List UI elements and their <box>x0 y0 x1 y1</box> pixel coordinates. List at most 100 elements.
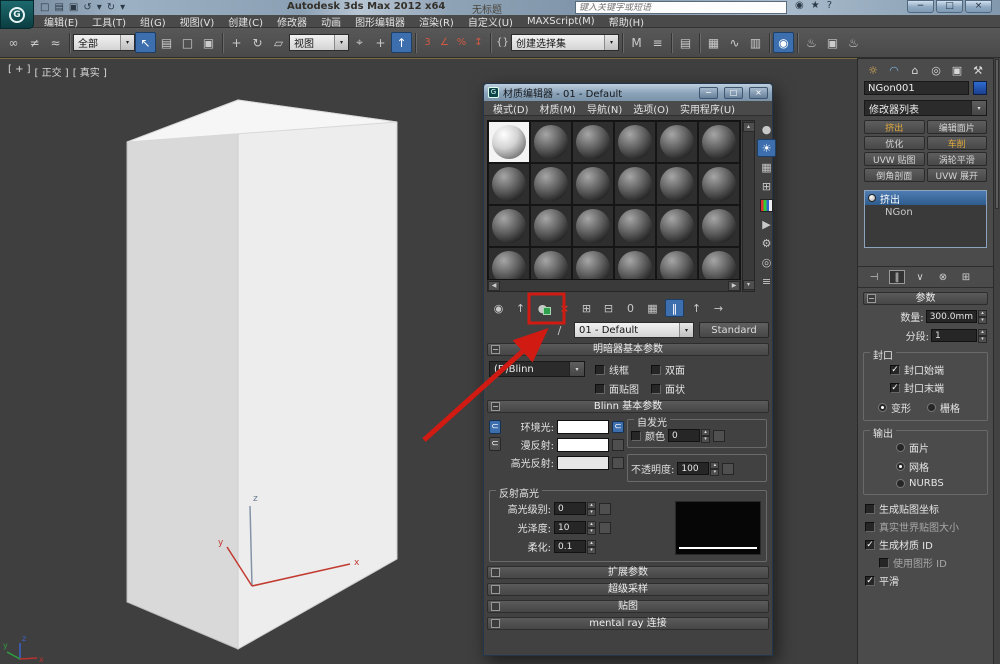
stack-item-extrude[interactable]: 挤出 <box>865 191 986 206</box>
video-color-check-icon[interactable] <box>757 196 776 214</box>
opacity-spinner[interactable]: 100 ▴ ▾ <box>677 461 720 476</box>
material-sample-slot[interactable] <box>530 247 572 279</box>
search-icon[interactable]: ◉ <box>795 0 804 11</box>
material-sample-slot[interactable] <box>614 205 656 247</box>
rectangular-selection-icon[interactable]: □ <box>177 32 198 53</box>
material-type-button[interactable]: Standard <box>699 322 769 338</box>
menu-tools[interactable]: 工具(T) <box>92 14 126 29</box>
undo-icon[interactable]: ↺ <box>83 1 91 14</box>
snap-toggle-3d-icon[interactable]: 3 <box>419 32 436 53</box>
spin-down-icon[interactable]: ▾ <box>978 316 987 324</box>
material-sample-slot[interactable] <box>572 205 614 247</box>
remove-modifier-icon[interactable]: ⊗ <box>935 270 951 284</box>
material-sample-slot[interactable] <box>572 121 614 163</box>
menu-customize[interactable]: 自定义(U) <box>468 14 513 29</box>
me-close-button[interactable]: × <box>749 86 768 99</box>
grid-radio[interactable]: 栅格 <box>927 400 960 415</box>
self-illum-color-checkbox[interactable]: 颜色 <box>631 428 665 443</box>
menu-rendering[interactable]: 渲染(R) <box>419 14 454 29</box>
modifier-button-edit-patch[interactable]: 编辑面片 <box>926 120 987 134</box>
show-end-result-icon[interactable]: ‖ <box>665 299 684 317</box>
dropdown-arrow-icon[interactable]: ▾ <box>569 362 584 376</box>
self-illum-spinner[interactable]: 0 ▴ ▾ <box>668 428 710 443</box>
shader-type-dropdown[interactable]: (B)Blinn ▾ <box>489 361 585 377</box>
material-sample-slot[interactable] <box>614 247 656 279</box>
material-editor-icon[interactable]: ◉ <box>773 32 794 53</box>
expand-icon[interactable] <box>491 602 500 611</box>
glossiness-spinner[interactable]: 10 ▴ ▾ <box>554 520 596 535</box>
cap-start-checkbox[interactable]: ✓ 封口始端 <box>890 362 983 377</box>
material-id-channel-icon[interactable]: 0 <box>621 299 640 317</box>
face-map-checkbox[interactable]: 面贴图 <box>595 381 651 396</box>
configure-modifier-sets-icon[interactable]: ⊞ <box>958 270 974 284</box>
pin-stack-icon[interactable]: ⊣ <box>866 270 882 284</box>
cap-end-checkbox[interactable]: ✓ 封口末端 <box>890 380 983 395</box>
glossiness-map-button[interactable] <box>599 521 611 534</box>
material-sample-slot[interactable] <box>656 163 698 205</box>
viewport-menu-shading[interactable]: [ 真实 ] <box>73 64 107 79</box>
put-to-scene-icon[interactable]: ↑ <box>511 299 530 317</box>
dropdown-arrow-icon[interactable]: ▾ <box>334 35 348 50</box>
sample-hscrollbar[interactable]: ◀ ▶ <box>487 280 741 292</box>
motion-tab-icon[interactable]: ◎ <box>928 63 944 77</box>
stack-item-ngon[interactable]: NGon <box>865 205 986 219</box>
dropdown-arrow-icon[interactable]: ▾ <box>604 35 618 50</box>
layer-manager-icon[interactable]: ▤ <box>675 32 696 53</box>
prism-right-face[interactable] <box>237 99 398 650</box>
material-sample-slot[interactable] <box>530 121 572 163</box>
modifier-button-uvw-map[interactable]: UVW 贴图 <box>864 152 925 166</box>
modifier-button-turbosmooth[interactable]: 涡轮平滑 <box>926 152 987 166</box>
material-name-dropdown[interactable]: 01 - Default ▾ <box>574 322 694 338</box>
modifier-button-lathe[interactable]: 车削 <box>926 136 987 150</box>
edit-named-selection-icon[interactable]: {} <box>494 32 511 53</box>
blinn-rollout-header[interactable]: − Blinn 基本参数 <box>487 400 769 413</box>
dropdown-arrow-icon[interactable]: ▾ <box>679 323 693 337</box>
modifier-list-dropdown[interactable]: 修改器列表 ▾ <box>864 100 987 116</box>
morph-radio[interactable]: 变形 <box>878 400 911 415</box>
prism-left-face[interactable] <box>126 99 239 650</box>
go-to-parent-icon[interactable]: ↑ <box>687 299 706 317</box>
extended-params-rollout[interactable]: 扩展参数 <box>487 566 769 579</box>
maximize-button[interactable]: □ <box>936 0 963 13</box>
material-sample-slot[interactable] <box>698 121 740 163</box>
maps-rollout[interactable]: 贴图 <box>487 600 769 613</box>
diffuse-specular-lock-icon[interactable]: ⊂ <box>489 437 501 451</box>
viewport-menu-general[interactable]: [ + ] <box>8 64 31 79</box>
scroll-left-icon[interactable]: ◀ <box>488 280 500 291</box>
help-icon[interactable]: ? <box>827 0 832 11</box>
dropdown-arrow-icon[interactable]: ▾ <box>120 35 134 50</box>
material-sample-slot[interactable] <box>488 163 530 205</box>
render-setup-icon[interactable]: ♨ <box>801 32 822 53</box>
app-logo[interactable]: G <box>0 0 34 29</box>
show-map-in-viewport-icon[interactable]: ▦ <box>643 299 662 317</box>
material-sample-slot[interactable] <box>698 247 740 279</box>
options-icon[interactable]: ⚙ <box>757 234 776 252</box>
material-sample-slot[interactable] <box>656 205 698 247</box>
diffuse-color-swatch[interactable] <box>557 437 609 452</box>
graphite-ribbon-icon[interactable]: ▦ <box>703 32 724 53</box>
object-color-swatch[interactable] <box>973 81 987 95</box>
make-material-copy-icon[interactable]: ⊞ <box>577 299 596 317</box>
modifier-button-bevel-profile[interactable]: 倒角剖面 <box>864 168 925 182</box>
collapse-icon[interactable]: − <box>491 345 500 354</box>
assign-material-to-selection-icon[interactable]: ● <box>533 299 552 317</box>
unlink-selection-icon[interactable]: ≠ <box>24 32 45 53</box>
background-icon[interactable]: ▦ <box>757 158 776 176</box>
material-sample-slot[interactable] <box>488 247 530 279</box>
dropdown-arrow-icon[interactable]: ▾ <box>971 101 986 115</box>
material-sample-slot[interactable] <box>488 205 530 247</box>
save-file-icon[interactable]: ▣ <box>69 1 78 14</box>
backlight-icon[interactable]: ☀ <box>757 139 776 157</box>
sample-vscrollbar[interactable]: ▴ ▾ <box>742 120 755 292</box>
select-and-link-icon[interactable]: ∞ <box>3 32 24 53</box>
selection-filter-dropdown[interactable]: 全部 ▾ <box>73 34 135 51</box>
get-material-icon[interactable]: ◉ <box>489 299 508 317</box>
material-sample-slot[interactable] <box>656 121 698 163</box>
command-panel-scrollbar[interactable] <box>993 58 1000 664</box>
select-and-manipulate-icon[interactable]: + <box>370 32 391 53</box>
material-sample-slot[interactable] <box>656 247 698 279</box>
mesh-radio[interactable]: 网格 <box>896 459 983 474</box>
me-menu-modes[interactable]: 模式(D) <box>493 101 529 116</box>
opacity-map-button[interactable] <box>722 462 735 475</box>
percent-snap-icon[interactable]: % <box>453 32 470 53</box>
